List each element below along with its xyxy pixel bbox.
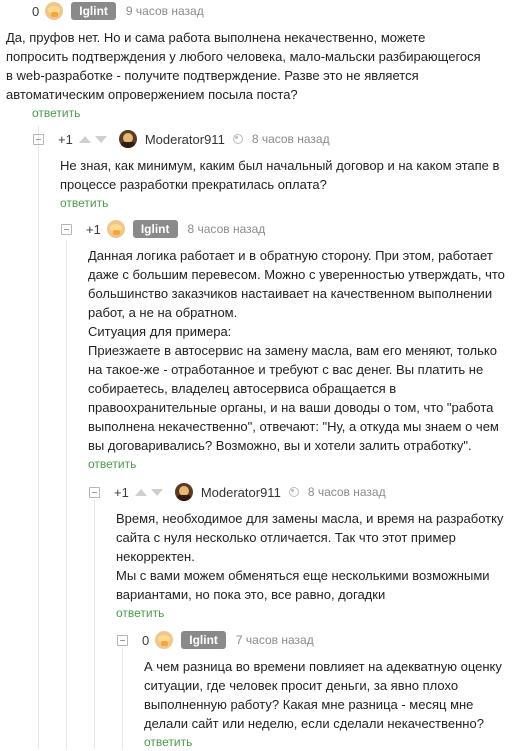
downvote-icon[interactable] [150, 488, 163, 496]
comment-time[interactable]: 9 часов назад [126, 4, 204, 18]
author-badge[interactable]: Iglint [181, 631, 226, 649]
comment-line: правоохранительные органы, и на ваши дов… [88, 400, 494, 415]
comment: 0 Iglint 7 часов назад А чем разница во … [117, 629, 521, 751]
collapse-button[interactable] [61, 223, 72, 235]
comment-line: некорректен. [116, 549, 195, 564]
thread-line [38, 126, 39, 749]
comment-line: Время, необходимое для замены масла, и в… [116, 511, 504, 526]
comment-header: 0 Iglint 7 часов назад [117, 629, 521, 651]
moderator-icon [232, 134, 243, 144]
author-name[interactable]: Moderator911 [145, 132, 225, 147]
comment-rating: +1 [114, 484, 129, 500]
reply-link[interactable]: ответить [116, 606, 164, 620]
collapse-button[interactable] [89, 486, 100, 498]
comment-header: +1 Moderator911 8 часов назад [33, 128, 518, 150]
comment-line: процессе разработки прекратилась оплата? [60, 177, 327, 192]
comment-line: на такое-же - отработанное и требуют с в… [88, 362, 484, 377]
comment-line: Мы с вами можем обменяться еще нескольки… [116, 568, 490, 583]
comment-header: 0 Iglint 9 часов назад [6, 0, 516, 22]
comment-time[interactable]: 7 часов назад [236, 633, 314, 647]
author-badge[interactable]: Iglint [71, 2, 116, 20]
comment-line: ситуации, где человек просит деньги, за … [144, 678, 459, 693]
author-badge[interactable]: Iglint [132, 220, 178, 238]
comment-rating: +1 [58, 131, 73, 147]
comment-line: А чем разница во времени повлияет на аде… [144, 659, 502, 674]
comment: 0 Iglint 9 часов назад Да, пруфов нет. Н… [6, 0, 516, 122]
avatar[interactable] [174, 483, 193, 501]
vote-controls [134, 488, 167, 496]
comment-header: +1 Iglint 8 часов назад [61, 218, 521, 240]
comment-body: Данная логика работает и в обратную стор… [61, 246, 521, 455]
comment-body: Не зная, как минимум, каким был начальны… [33, 156, 518, 194]
reply-link[interactable]: ответить [144, 735, 192, 749]
comment-line: Да, пруфов нет. Но и сама работа выполне… [6, 30, 426, 45]
comment-body: Да, пруфов нет. Но и сама работа выполне… [6, 28, 516, 104]
comment: +1 Moderator911 8 часов назад Время, нео… [89, 481, 521, 622]
collapse-button[interactable] [33, 133, 44, 145]
comment-line: Ситуация для примера: [88, 324, 232, 339]
avatar[interactable] [45, 2, 64, 20]
upvote-icon[interactable] [134, 488, 147, 496]
comment-line: автоматическим опровержением посыла пост… [6, 87, 298, 102]
upvote-icon[interactable] [78, 135, 91, 143]
comment-header: +1 Moderator911 8 часов назад [89, 481, 521, 503]
comment-line: попросить подтверждения у любого человек… [6, 49, 481, 64]
downvote-icon[interactable] [94, 135, 107, 143]
comment-line: делали сайт или неделю, если сделали нек… [144, 716, 484, 731]
comment-time[interactable]: 8 часов назад [188, 222, 266, 236]
avatar[interactable] [118, 130, 137, 148]
comment-rating: 0 [142, 632, 150, 648]
comment-rating: +1 [86, 221, 101, 237]
comment: +1 Moderator911 8 часов назад Не зная, к… [33, 128, 518, 212]
comment: +1 Iglint 8 часов назад Данная логика ра… [61, 218, 521, 473]
comment-line: работ, а не на обратном. [88, 305, 238, 320]
comment-line: большинство заказчиков настаивает на кач… [88, 286, 493, 301]
moderator-icon [288, 487, 299, 497]
comment-line: выполнена некачественно", отвечают: "Ну,… [88, 419, 499, 434]
avatar[interactable] [155, 631, 174, 649]
reply-link[interactable]: ответить [32, 106, 80, 120]
comment-line: собираетесь, владелец автосервиса обраща… [88, 381, 397, 396]
comment-body: А чем разница во времени повлияет на аде… [117, 657, 521, 733]
comment-line: Данная логика работает и в обратную стор… [88, 248, 493, 263]
comment-line: даже с большим перевесом. Можно с уверен… [88, 267, 505, 282]
comment-line: Приезжаете в автосервис на замену масла,… [88, 343, 497, 358]
collapse-button[interactable] [117, 634, 128, 646]
comment-line: Не зная, как минимум, каким был начальны… [60, 158, 500, 173]
comment-line: вариантами, но пока это, все равно, дога… [116, 587, 386, 602]
author-name[interactable]: Moderator911 [201, 485, 281, 500]
comment-body: Время, необходимое для замены масла, и в… [89, 509, 521, 604]
comment-line: сайта с нуля несколько отличается. Так ч… [116, 530, 456, 545]
comment-rating: 0 [32, 3, 40, 19]
comment-time[interactable]: 8 часов назад [252, 132, 330, 146]
avatar[interactable] [106, 220, 125, 238]
reply-link[interactable]: ответить [88, 457, 136, 471]
comment-time[interactable]: 8 часов назад [308, 485, 386, 499]
reply-link[interactable]: ответить [60, 196, 108, 210]
comment-line: вы договаривались? Возможно, вы и хотели… [88, 438, 472, 453]
vote-controls [78, 135, 111, 143]
comment-line: в web-разработке - получите подтверждени… [6, 68, 419, 83]
comment-line: выполненную работу? Какая мне разница - … [144, 697, 474, 712]
